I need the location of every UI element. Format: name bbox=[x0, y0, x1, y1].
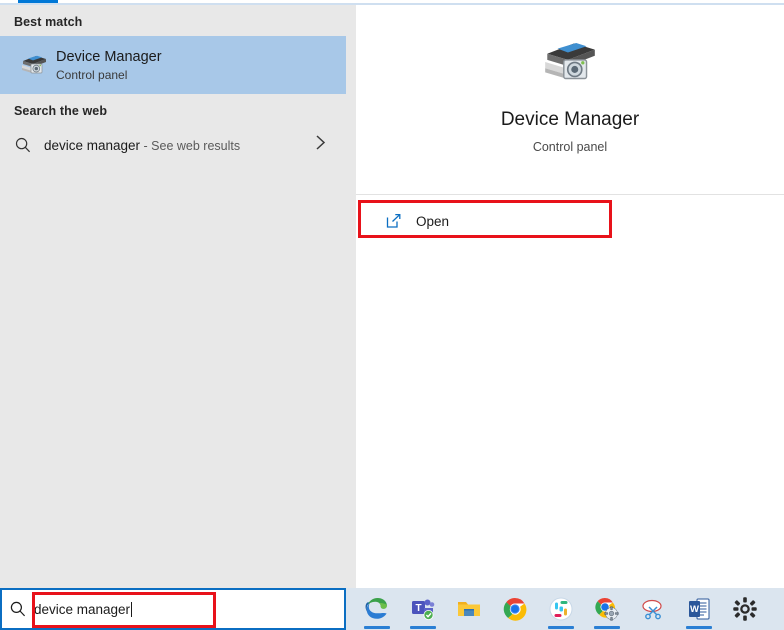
taskbar-icons: T W bbox=[346, 588, 784, 630]
best-match-header: Best match bbox=[14, 15, 83, 29]
word-icon: W bbox=[689, 598, 710, 620]
taskbar-item-chrome-settings[interactable] bbox=[584, 588, 630, 630]
search-icon bbox=[2, 600, 34, 618]
preview-card: Device Manager Control panel bbox=[356, 5, 784, 195]
result-item-title: Device Manager bbox=[56, 48, 162, 65]
result-item-device-manager[interactable]: Device Manager Control panel bbox=[0, 36, 346, 94]
edge-icon bbox=[365, 597, 387, 619]
search-the-web-header: Search the web bbox=[14, 104, 108, 118]
taskbar-item-file-explorer[interactable] bbox=[446, 588, 492, 630]
result-item-subtitle: Control panel bbox=[56, 67, 128, 82]
open-button[interactable]: Open bbox=[378, 204, 784, 238]
chevron-right-icon[interactable] bbox=[315, 134, 326, 156]
slack-icon bbox=[549, 597, 573, 621]
taskbar-item-snipping-tool[interactable] bbox=[630, 588, 676, 630]
chrome-icon bbox=[503, 597, 527, 621]
svg-text:T: T bbox=[415, 603, 421, 614]
device-manager-icon bbox=[539, 31, 601, 93]
taskbar-item-google-chrome[interactable] bbox=[492, 588, 538, 630]
snip-icon bbox=[642, 599, 662, 620]
svg-text:W: W bbox=[690, 604, 699, 615]
preview-actions: Open bbox=[356, 195, 784, 238]
device-manager-icon bbox=[12, 50, 56, 80]
open-external-icon bbox=[386, 213, 416, 229]
search-icon bbox=[12, 136, 44, 154]
web-result-query: device manager bbox=[44, 137, 141, 153]
web-result-suffix: - See web results bbox=[140, 138, 241, 153]
search-results-pane: Best match Device Manager Control panel … bbox=[0, 5, 346, 588]
open-button-label: Open bbox=[416, 213, 450, 229]
chrome-gear-icon bbox=[595, 597, 619, 621]
taskbar-item-microsoft-edge[interactable] bbox=[354, 588, 400, 630]
taskbar-item-settings[interactable] bbox=[722, 588, 768, 630]
web-result-label: device manager - See web results bbox=[44, 138, 240, 153]
preview-pane: Device Manager Control panel Open bbox=[346, 5, 784, 588]
file-explorer-icon bbox=[458, 602, 480, 616]
search-flyout: Best match Device Manager Control panel … bbox=[0, 5, 784, 588]
result-item-text: Device Manager Control panel bbox=[56, 48, 162, 83]
preview-subtitle: Control panel bbox=[532, 140, 608, 154]
taskbar-item-slack[interactable] bbox=[538, 588, 584, 630]
taskbar-item-microsoft-teams[interactable]: T bbox=[400, 588, 446, 630]
preview-title: Device Manager bbox=[500, 109, 640, 130]
search-input-value: device manager bbox=[34, 601, 133, 617]
search-input[interactable]: device manager bbox=[0, 588, 346, 630]
gear-icon bbox=[733, 597, 757, 621]
teams-icon: T bbox=[412, 599, 435, 620]
taskbar-item-microsoft-word[interactable]: W bbox=[676, 588, 722, 630]
search-query-text: device manager bbox=[34, 601, 131, 617]
windows-search-screen: Best match Device Manager Control panel … bbox=[0, 0, 784, 630]
text-caret bbox=[131, 601, 133, 617]
web-result-item[interactable]: device manager - See web results bbox=[0, 125, 346, 165]
taskbar: device manager T W bbox=[0, 588, 784, 630]
